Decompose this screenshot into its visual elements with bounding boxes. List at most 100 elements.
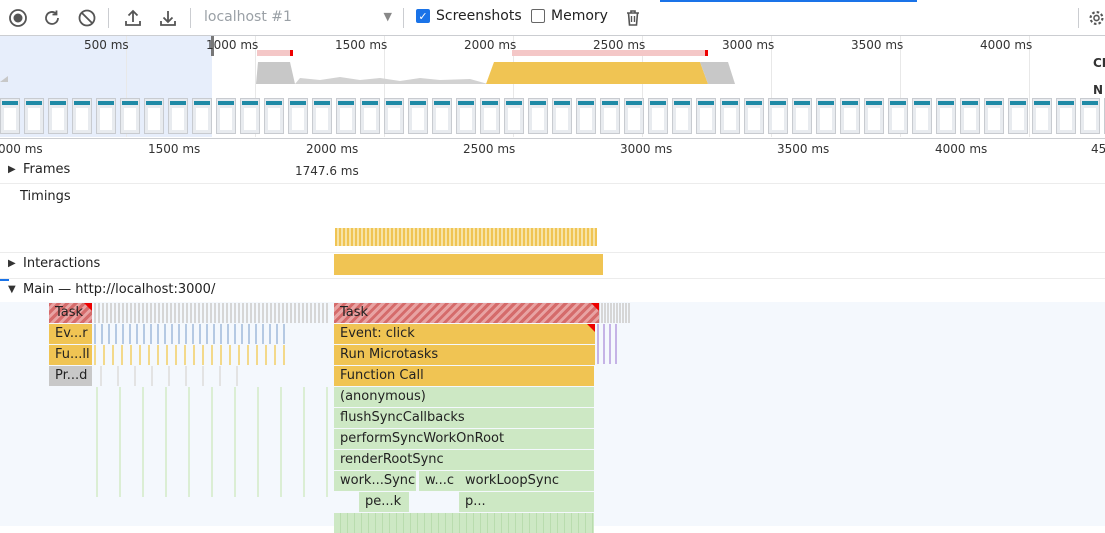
screenshot-thumbnail[interactable] — [72, 98, 92, 134]
frames-track[interactable]: ▶ Frames 1747.6 ms — [0, 161, 1105, 184]
overview-tick-label: 500 ms — [84, 38, 129, 52]
flame-event-click[interactable]: Event: click — [334, 324, 595, 344]
screenshot-thumbnail[interactable] — [240, 98, 260, 134]
flame-chart-sliver — [168, 366, 170, 386]
flame-chart-sliver — [202, 303, 204, 323]
screenshot-thumbnail[interactable] — [624, 98, 644, 134]
screenshot-thumbnail[interactable] — [720, 98, 740, 134]
screenshot-thumbnail[interactable] — [312, 98, 332, 134]
screenshot-thumbnail[interactable] — [192, 98, 212, 134]
flame-event-work-loop-sync[interactable]: workLoopSync — [459, 471, 594, 491]
flame-chart-sliver — [283, 345, 285, 365]
screenshot-thumbnail[interactable] — [144, 98, 164, 134]
expand-triangle-icon[interactable]: ▶ — [8, 164, 18, 175]
delete-button[interactable] — [621, 6, 645, 30]
screenshot-thumbnail[interactable] — [552, 98, 572, 134]
screenshot-thumbnail[interactable] — [432, 98, 452, 134]
screenshot-thumbnail[interactable] — [264, 98, 284, 134]
screenshots-toggle[interactable]: ✓ Screenshots — [416, 8, 522, 24]
flame-event-click[interactable]: Ev...r — [49, 324, 92, 344]
screenshot-thumbnail[interactable] — [816, 98, 836, 134]
screenshot-thumbnail[interactable] — [744, 98, 764, 134]
memory-checkbox[interactable] — [531, 9, 545, 23]
reload-button[interactable] — [40, 6, 64, 30]
flame-event-flush-sync-callbacks[interactable]: flushSyncCallbacks — [334, 408, 594, 428]
screenshot-thumbnail[interactable] — [672, 98, 692, 134]
screenshot-thumbnail[interactable] — [840, 98, 860, 134]
screenshot-thumbnail[interactable] — [1080, 98, 1100, 134]
screenshot-thumbnail[interactable] — [360, 98, 380, 134]
flame-chart-sliver — [222, 303, 224, 323]
screenshot-thumbnail[interactable] — [912, 98, 932, 134]
screenshot-thumbnail[interactable] — [336, 98, 356, 134]
flame-chart-sliver — [142, 387, 144, 497]
flame-chart-sliver — [303, 387, 305, 497]
screenshots-checkbox[interactable]: ✓ — [416, 9, 430, 23]
screenshot-thumbnail[interactable] — [408, 98, 428, 134]
record-button[interactable] — [6, 6, 30, 30]
screenshot-thumbnail[interactable] — [480, 98, 500, 134]
expand-triangle-icon[interactable]: ▶ — [8, 258, 18, 269]
screenshot-thumbnail[interactable] — [576, 98, 596, 134]
collapse-triangle-icon[interactable]: ▼ — [8, 284, 18, 295]
flame-event-perform-unit-of-work[interactable]: pe...k — [359, 492, 409, 512]
load-profile-button[interactable] — [121, 6, 145, 30]
screenshot-thumbnail[interactable] — [1056, 98, 1076, 134]
flame-chart-sliver — [230, 303, 232, 323]
flame-event-work-loop-sync[interactable]: w...c — [419, 471, 459, 491]
flame-event-anonymous[interactable]: (anonymous) — [334, 387, 594, 407]
screenshot-thumbnail[interactable] — [1032, 98, 1052, 134]
flame-event-parse[interactable]: Pr...d — [49, 366, 92, 386]
flame-event-run-microtasks[interactable]: Run Microtasks — [334, 345, 595, 365]
main-thread-track-header[interactable]: ▼ Main — http://localhost:3000/ — [0, 279, 1105, 303]
timing-marks[interactable] — [335, 228, 597, 246]
screenshot-thumbnail[interactable] — [96, 98, 116, 134]
timings-track[interactable]: Timings — [0, 184, 1105, 253]
flame-event-work-loop-sync[interactable]: work...Sync — [334, 471, 416, 491]
screenshot-thumbnail[interactable] — [504, 98, 524, 134]
target-select[interactable]: localhost #1 ▼ — [194, 6, 398, 30]
screenshot-thumbnail[interactable] — [0, 98, 20, 134]
interaction-click-bar[interactable] — [334, 254, 603, 275]
ruler-tick-label: 2500 ms — [463, 142, 516, 156]
screenshot-thumbnail[interactable] — [696, 98, 716, 134]
save-profile-button[interactable] — [156, 6, 180, 30]
flame-event-task[interactable]: Task — [49, 303, 92, 323]
screenshot-thumbnail[interactable] — [456, 98, 476, 134]
screenshot-thumbnail[interactable] — [48, 98, 68, 134]
timeline-overview[interactable]: 500 ms 1000 ms 1500 ms 2000 ms 2500 ms 3… — [0, 36, 1105, 139]
clear-button[interactable] — [75, 6, 99, 30]
flame-chart-sliver — [122, 303, 124, 323]
capture-settings-button[interactable] — [1088, 6, 1105, 30]
main-flame-chart[interactable]: Task Ev...r Fu...ll Pr...d Task Event: c… — [0, 302, 1105, 533]
screenshot-thumbnail[interactable] — [384, 98, 404, 134]
flame-event-function-call[interactable]: Function Call — [334, 366, 594, 386]
flame-event-function-call[interactable]: Fu...ll — [49, 345, 92, 365]
screenshot-thumbnail[interactable] — [984, 98, 1004, 134]
screenshot-thumbnail[interactable] — [528, 98, 548, 134]
screenshot-thumbnail[interactable] — [768, 98, 788, 134]
flame-chart-sliver — [302, 303, 304, 323]
ruler-tick-label: 000 ms — [0, 142, 43, 156]
flame-chart-sliver — [322, 303, 324, 323]
screenshot-thumbnail[interactable] — [648, 98, 668, 134]
flame-event-render-root-sync[interactable]: renderRootSync — [334, 450, 594, 470]
screenshot-thumbnail[interactable] — [288, 98, 308, 134]
screenshot-thumbnail[interactable] — [792, 98, 812, 134]
screenshot-thumbnail[interactable] — [168, 98, 188, 134]
screenshot-thumbnail[interactable] — [1008, 98, 1028, 134]
flame-event-children[interactable] — [334, 513, 594, 533]
flame-event-perform-unit-of-work[interactable]: p... — [459, 492, 594, 512]
memory-toggle[interactable]: Memory — [531, 8, 608, 24]
screenshot-thumbnail[interactable] — [888, 98, 908, 134]
interactions-track[interactable]: ▶ Interactions — [0, 253, 1105, 279]
screenshot-thumbnail[interactable] — [960, 98, 980, 134]
flame-event-task[interactable]: Task — [334, 303, 599, 323]
screenshot-thumbnail[interactable] — [600, 98, 620, 134]
screenshot-thumbnail[interactable] — [120, 98, 140, 134]
screenshot-thumbnail[interactable] — [216, 98, 236, 134]
screenshot-thumbnail[interactable] — [864, 98, 884, 134]
screenshot-thumbnail[interactable] — [936, 98, 956, 134]
screenshot-thumbnail[interactable] — [24, 98, 44, 134]
flame-event-perform-sync-work-on-root[interactable]: performSyncWorkOnRoot — [334, 429, 594, 449]
